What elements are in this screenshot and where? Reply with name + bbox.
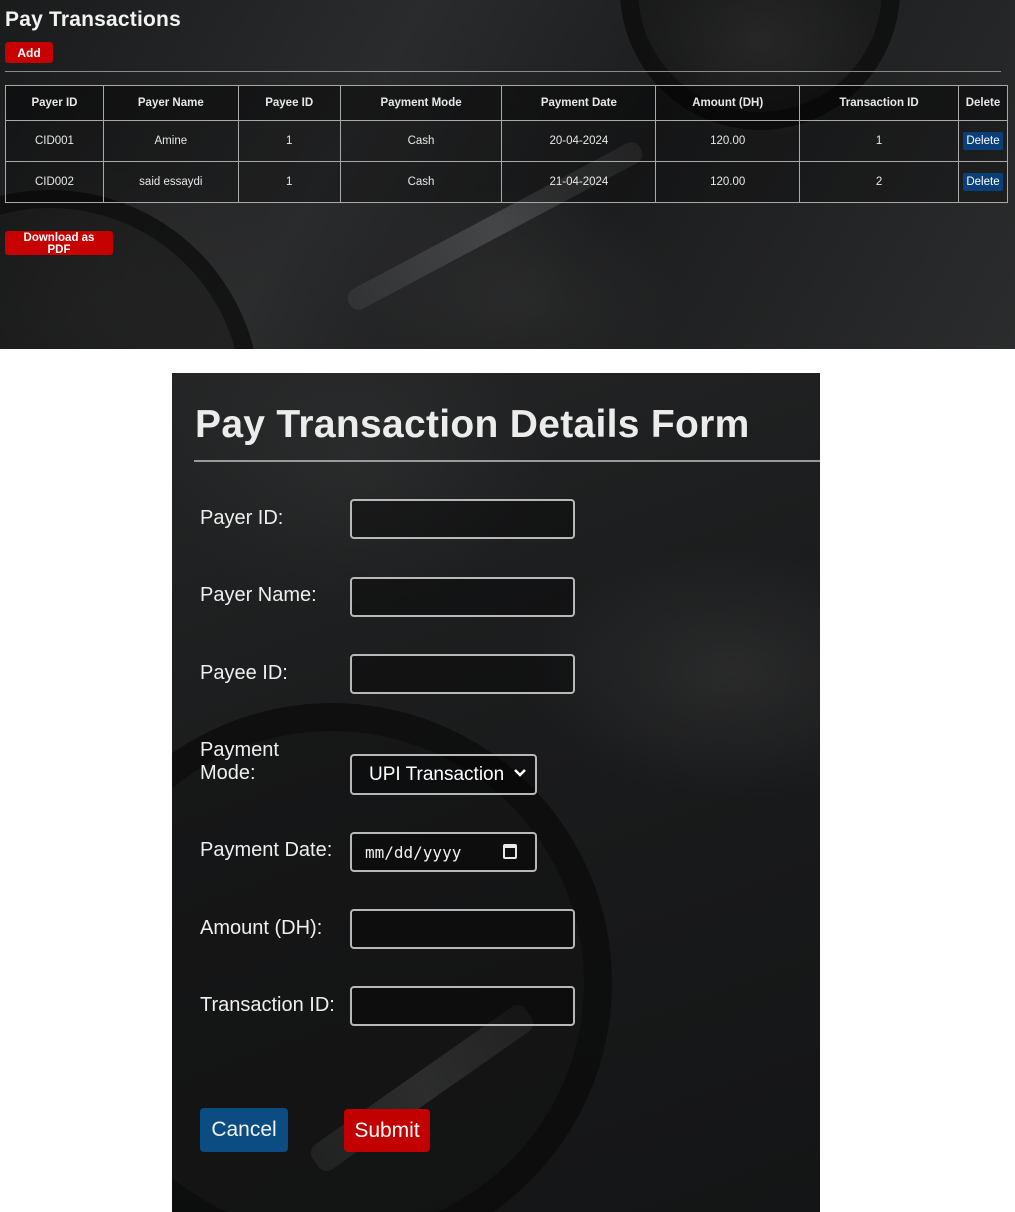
column-header-amount: Amount (DH) [655,85,801,121]
payment-date-label: Payment Date: [200,839,333,861]
payer-id-label: Payer ID: [200,507,284,529]
table-row: CID002 said essaydi 1 Cash 21-04-2024 12… [5,161,1009,203]
cell-payee-id: 1 [237,120,341,162]
cell-payment-mode: Cash [339,161,503,203]
payment-date-placeholder: mm/dd/yyyy [365,842,462,862]
cell-payer-name: said essaydi [102,161,239,203]
cell-amount: 120.00 [655,120,801,162]
payment-mode-selected-value: UPI Transaction [369,763,505,785]
cell-amount: 120.00 [655,161,801,203]
delete-button[interactable]: Delete [963,132,1003,150]
transactions-panel: Pay Transactions Add Payer ID Payer Name… [0,0,1015,349]
divider [5,71,1001,72]
transaction-form-panel: Pay Transaction Details Form Payer ID: P… [172,373,820,1212]
cell-delete: Delete [957,161,1009,203]
column-header-payment-mode: Payment Mode [339,85,503,121]
column-header-delete: Delete [957,85,1009,121]
cell-payment-date: 21-04-2024 [501,161,657,203]
payer-name-label: Payer Name: [200,584,317,606]
column-header-payer-name: Payer Name [102,85,239,121]
payer-id-input[interactable] [350,499,575,539]
submit-button[interactable]: Submit [344,1109,430,1152]
background-weight-plate [0,190,260,349]
page-title: Pay Transactions [5,8,181,31]
payment-mode-label: Payment Mode: [200,739,279,784]
table-header-row: Payer ID Payer Name Payee ID Payment Mod… [5,85,1009,121]
cell-transaction-id: 2 [799,161,959,203]
table-row: CID001 Amine 1 Cash 20-04-2024 120.00 1 … [5,120,1009,162]
column-header-transaction-id: Transaction ID [799,85,959,121]
column-header-payer-id: Payer ID [5,85,104,121]
cell-payee-id: 1 [237,161,341,203]
form-title: Pay Transaction Details Form [195,403,750,446]
amount-label: Amount (DH): [200,917,323,939]
transactions-table: Payer ID Payer Name Payee ID Payment Mod… [5,85,1009,203]
column-header-payee-id: Payee ID [237,85,341,121]
delete-button[interactable]: Delete [963,173,1003,191]
payer-name-input[interactable] [350,577,575,617]
cell-transaction-id: 1 [799,120,959,162]
column-header-payment-date: Payment Date [501,85,657,121]
divider [194,460,820,462]
cancel-button[interactable]: Cancel [200,1108,288,1152]
cell-payer-id: CID002 [5,161,104,203]
cell-payer-id: CID001 [5,120,104,162]
chevron-down-icon [513,765,527,781]
transaction-id-label: Transaction ID: [200,994,335,1016]
amount-input[interactable] [350,909,575,949]
payment-mode-select[interactable]: UPI Transaction [350,754,537,795]
cell-delete: Delete [957,120,1009,162]
payee-id-label: Payee ID: [200,662,288,684]
transaction-id-input[interactable] [350,986,575,1026]
payee-id-input[interactable] [350,654,575,694]
cell-payment-date: 20-04-2024 [501,120,657,162]
calendar-icon[interactable] [503,844,517,859]
add-button[interactable]: Add [5,42,53,63]
payment-date-input[interactable]: mm/dd/yyyy [350,832,537,872]
cell-payer-name: Amine [102,120,239,162]
cell-payment-mode: Cash [339,120,503,162]
download-pdf-button[interactable]: Download as PDF [5,231,113,256]
